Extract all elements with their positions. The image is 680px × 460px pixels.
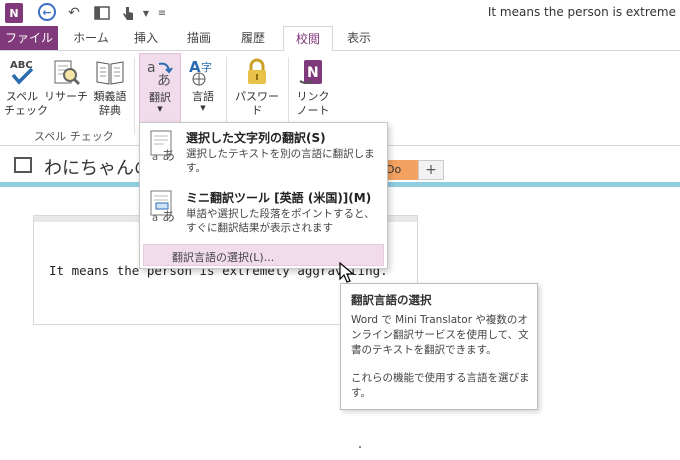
onenote-window: N ← ↶ ▼ ≡ It means the person is extreme… [0, 0, 680, 460]
translate-icon: a あ [147, 60, 173, 88]
password-label: パスワード [235, 90, 279, 117]
chevron-down-icon: ▼ [157, 105, 163, 113]
svg-text:字: 字 [201, 60, 212, 74]
section-tab[interactable]: Do [384, 160, 418, 180]
back-icon[interactable]: ← [38, 3, 56, 21]
svg-text:a: a [152, 213, 158, 223]
tooltip-body-secondary: これらの機能で使用する言語を選びます。 [351, 372, 530, 399]
undo-icon[interactable]: ↶ [64, 3, 84, 23]
menu-item-translate-selection[interactable]: あ a 選択した文字列の翻訳(S) 選択したテキストを別の言語に翻訳します。 [140, 125, 387, 183]
spell-check-icon: ABC [10, 60, 34, 85]
linked-notes-button[interactable]: N リンク ノート [292, 53, 334, 125]
translate-selection-icon: あ a [150, 130, 175, 163]
svg-text:a: a [152, 152, 158, 163]
group-separator [134, 57, 135, 135]
translate-button[interactable]: a あ 翻訳 ▼ [139, 53, 181, 125]
customize-qat-icon[interactable]: ≡ [152, 3, 172, 23]
translate-label: 翻訳 [149, 91, 171, 104]
password-button[interactable]: パスワード [230, 53, 284, 125]
title-bar: N ← ↶ ▼ ≡ It means the person is extreme [0, 0, 680, 26]
group-label-spell-check: スペル チェック [34, 130, 114, 143]
menu-item-description: 選択したテキストを別の言語に翻訳します。 [186, 148, 375, 174]
language-label: 言語 [192, 90, 214, 103]
spell-check-label: スペル チェック [4, 90, 48, 117]
tab-file[interactable]: ファイル [0, 26, 58, 50]
dock-to-desktop-icon[interactable] [92, 3, 112, 23]
window-title: It means the person is extreme [487, 5, 676, 19]
tooltip: 翻訳言語の選択 Word で Mini Translator や複数のオンライン… [340, 283, 538, 410]
svg-text:あ: あ [162, 210, 175, 223]
thesaurus-icon [96, 61, 124, 85]
language-icon: A 字 [189, 58, 212, 86]
notebook-title[interactable]: わにちゃんの [44, 154, 144, 180]
translate-dropdown-menu: あ a 選択した文字列の翻訳(S) 選択したテキストを別の言語に翻訳します。 あ… [139, 122, 388, 269]
research-icon [54, 60, 81, 86]
tab-view[interactable]: 表示 [338, 26, 380, 50]
chevron-down-icon: ▼ [200, 104, 206, 112]
mini-translator-icon: あ a [150, 190, 175, 223]
page-dot [359, 446, 361, 448]
onenote-logo-icon: N [5, 3, 23, 23]
svg-text:a: a [147, 60, 156, 76]
tab-home[interactable]: ホーム [64, 26, 118, 50]
menu-item-label: 翻訳言語の選択(L)... [172, 251, 275, 264]
touch-mode-icon[interactable] [118, 3, 138, 23]
tooltip-title: 翻訳言語の選択 [351, 293, 432, 307]
menu-item-title: ミニ翻訳ツール [英語 (米国)](M) [186, 191, 372, 205]
research-button[interactable]: リサーチ [44, 53, 88, 125]
menu-item-mini-translator[interactable]: あ a ミニ翻訳ツール [英語 (米国)](M) 単語や選択した段落をポイントす… [140, 185, 387, 241]
thesaurus-button[interactable]: 類義語 辞典 [90, 53, 130, 125]
linked-notes-icon: N [299, 60, 322, 84]
spell-check-button[interactable]: ABC スペル チェック [4, 53, 48, 125]
menu-item-title: 選択した文字列の翻訳(S) [186, 131, 326, 145]
menu-item-description: 単語や選択した段落をポイントすると、すぐに翻訳結果が表示されます [186, 208, 375, 234]
add-section-button[interactable]: + [418, 160, 444, 180]
language-button[interactable]: A 字 言語 ▼ [184, 53, 222, 125]
ribbon-tabs: ファイル ホーム 挿入 描画 履歴 校閲 表示 [0, 26, 680, 51]
mouse-cursor-icon [339, 262, 355, 283]
linked-notes-label: リンク ノート [296, 90, 330, 117]
svg-text:あ: あ [157, 73, 171, 88]
tab-draw[interactable]: 描画 [176, 26, 222, 50]
tab-history[interactable]: 履歴 [230, 26, 276, 50]
lock-icon [248, 58, 266, 84]
tab-review[interactable]: 校閲 [283, 26, 333, 51]
notebook-icon[interactable] [14, 157, 32, 173]
tab-insert[interactable]: 挿入 [124, 26, 168, 50]
research-label: リサーチ [44, 90, 88, 103]
thesaurus-label: 類義語 辞典 [93, 90, 127, 117]
svg-text:あ: あ [162, 149, 175, 163]
svg-text:N: N [307, 65, 319, 81]
tooltip-body: Word で Mini Translator や複数のオンライン翻訳サービスを使… [351, 314, 529, 356]
